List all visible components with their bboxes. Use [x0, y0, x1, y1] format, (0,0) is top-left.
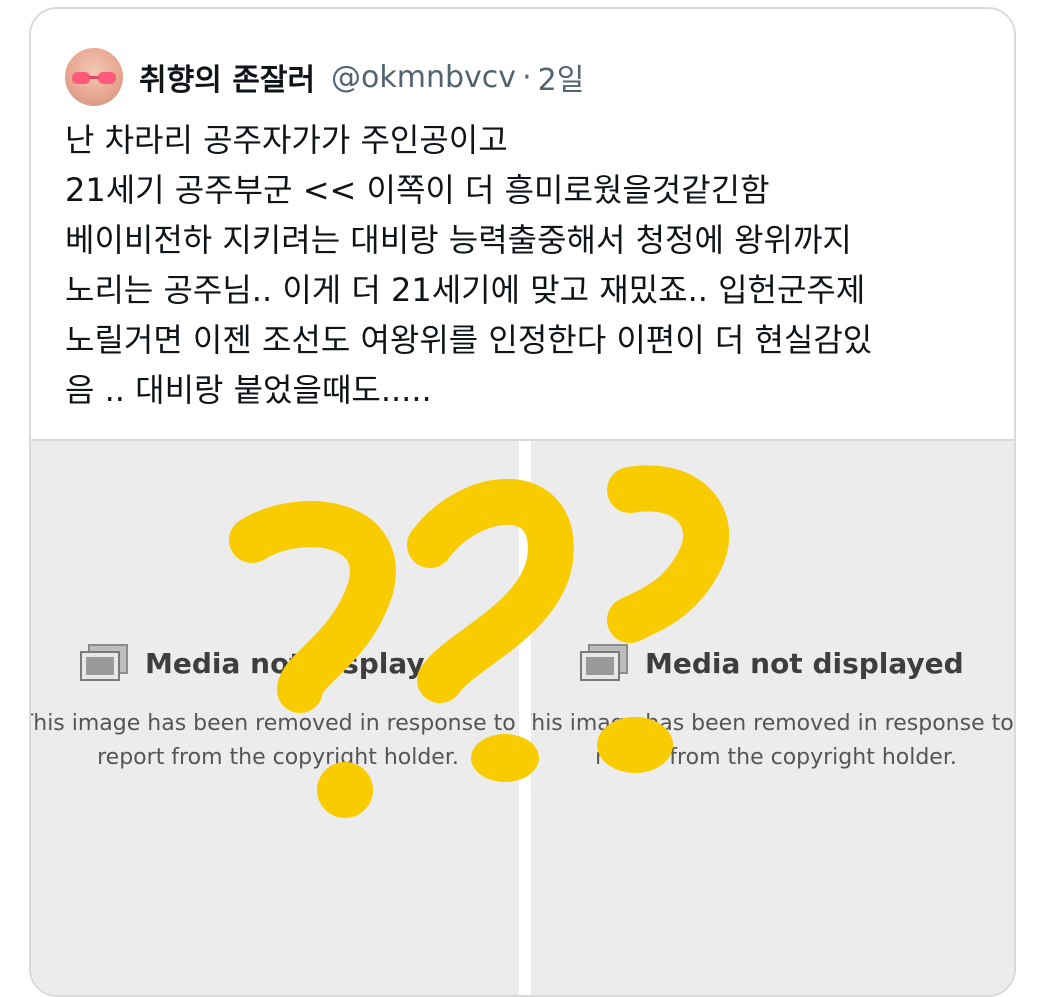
tweet-text-line: 21세기 공주부군 << 이쪽이 더 흥미로웠을것같긴함: [65, 171, 770, 209]
media-removed-line2: report from the copyright holder.: [595, 745, 957, 770]
media-item[interactable]: Media not displayed This image has been …: [31, 441, 519, 995]
tweet-text: 난 차라리 공주자가가 주인공이고 21세기 공주부군 << 이쪽이 더 흥미로…: [65, 115, 995, 415]
media-removed-line1: This image has been removed in response …: [531, 711, 1014, 736]
avatar[interactable]: [65, 48, 123, 106]
media-gap: [519, 441, 531, 995]
media-placeholder-icon: [580, 644, 628, 681]
media-placeholder-icon: [80, 644, 128, 681]
tweet-text-line: 노릴거면 이젠 조선도 여왕위를 인정한다 이편이 더 현실감있: [65, 321, 873, 359]
avatar-glasses-icon: [72, 72, 116, 84]
author-name[interactable]: 취향의 존잘러: [139, 55, 315, 99]
media-removed-message: This image has been removed in response …: [31, 707, 519, 775]
media-removed-message: This image has been removed in response …: [531, 707, 1014, 775]
separator-dot: ·: [522, 59, 532, 95]
tweet-time[interactable]: 2일: [538, 55, 585, 99]
media-title-text: Media not displayed: [645, 646, 964, 680]
author-handle[interactable]: @okmnbvcv: [331, 60, 516, 95]
media-not-displayed-title: Media not displayed: [79, 643, 464, 683]
media-title-text: Media not displayed: [145, 646, 464, 680]
media-removed-line2: report from the copyright holder.: [97, 745, 459, 770]
tweet-text-line: 음 .. 대비랑 붙었을때도.....: [65, 371, 432, 409]
media-not-displayed-title: Media not displayed: [579, 643, 964, 683]
media-item[interactable]: Media not displayed This image has been …: [531, 441, 1014, 995]
tweet-card[interactable]: 취향의 존잘러 @okmnbvcv · 2일 난 차라리 공주자가가 주인공이고…: [29, 7, 1016, 997]
media-grid: Media not displayed This image has been …: [31, 439, 1014, 995]
tweet-text-line: 베이비전하 지키려는 대비랑 능력출중해서 청정에 왕위까지: [65, 221, 852, 259]
media-removed-line1: This image has been removed in response …: [31, 711, 519, 736]
tweet-header: 취향의 존잘러 @okmnbvcv · 2일: [65, 45, 584, 109]
tweet-text-line: 난 차라리 공주자가가 주인공이고: [65, 121, 508, 159]
tweet-text-line: 노리는 공주님.. 이게 더 21세기에 맞고 재밌죠.. 입헌군주제: [65, 271, 866, 309]
